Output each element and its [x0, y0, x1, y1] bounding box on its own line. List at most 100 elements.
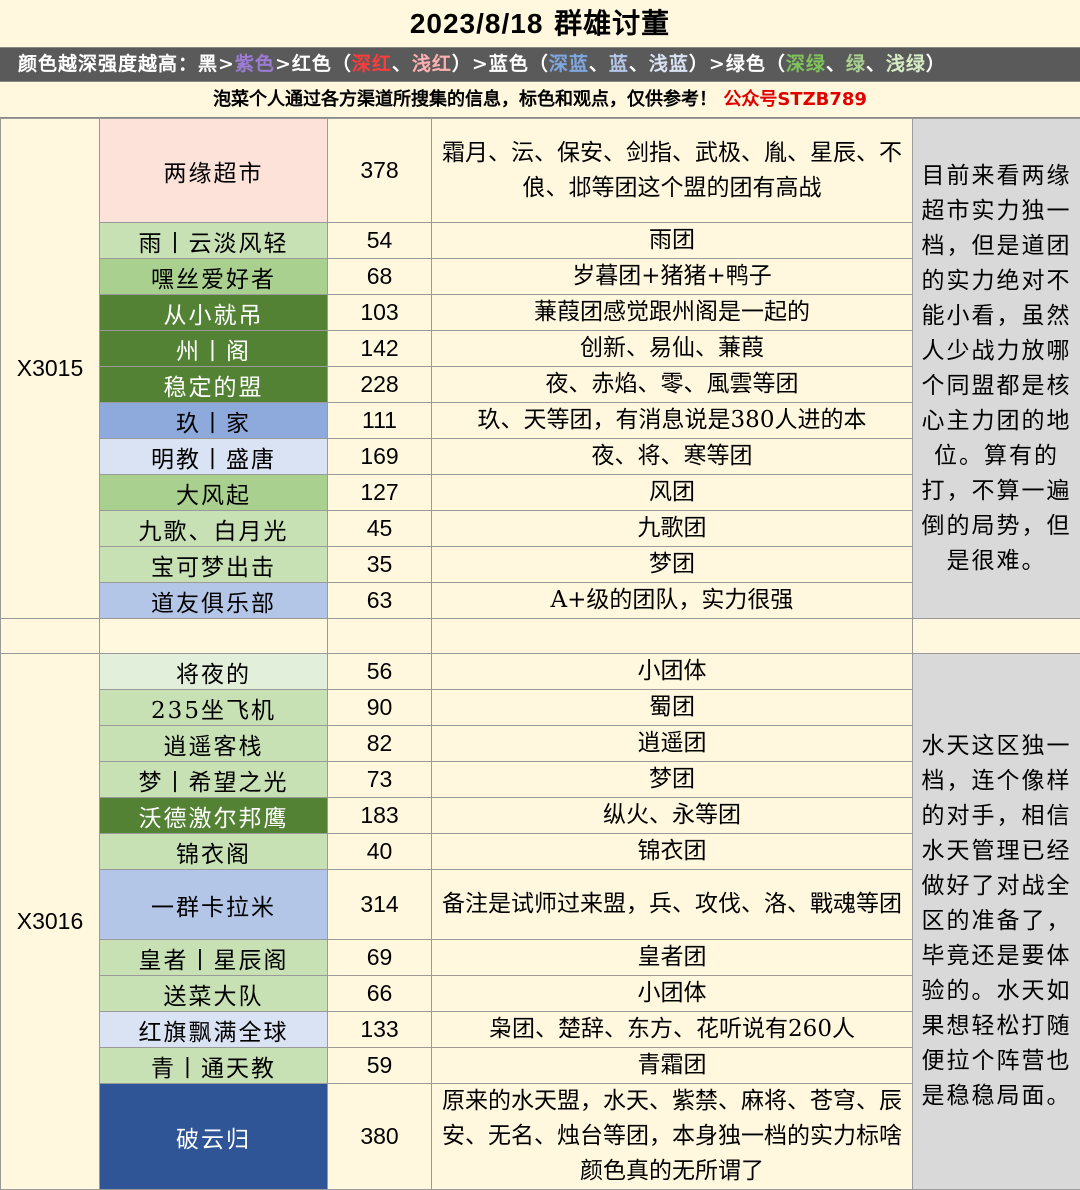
alliance-name: 明教丨盛唐	[100, 439, 328, 475]
alliance-name: 送菜大队	[100, 976, 328, 1012]
group-description: 创新、易仙、蒹葭	[432, 331, 913, 367]
legend-deep-red: 深红	[352, 53, 392, 75]
legend-mid-green: 绿	[846, 53, 866, 75]
legend-deep-green: 深绿	[786, 53, 826, 75]
alliance-name: 将夜的	[100, 654, 328, 690]
group-description: 青霜团	[432, 1048, 913, 1084]
member-count: 169	[328, 439, 432, 475]
alliance-name: 道友俱乐部	[100, 583, 328, 619]
title-text: 群雄讨董	[554, 7, 670, 40]
member-count: 63	[328, 583, 432, 619]
group-description: 夜、赤焰、零、風雲等团	[432, 367, 913, 403]
member-count: 380	[328, 1084, 432, 1190]
empty-cell	[432, 619, 913, 654]
alliance-name: 逍遥客栈	[100, 726, 328, 762]
group-description: 蜀团	[432, 690, 913, 726]
spreadsheet: 2023/8/18 群雄讨董 颜色越深强度越高：黑>紫色>红色（深红、浅红）>蓝…	[0, 0, 1080, 1169]
alliance-name: 青丨通天教	[100, 1048, 328, 1084]
group-description: 锦衣团	[432, 834, 913, 870]
disclaimer-text: 泡菜个人通过各方渠道所搜集的信息，标色和观点，仅供参考！	[213, 89, 717, 110]
member-count: 69	[328, 940, 432, 976]
group-description: 风团	[432, 475, 913, 511]
alliance-name: 九歌、白月光	[100, 511, 328, 547]
member-count: 59	[328, 1048, 432, 1084]
group-description: A+级的团队，实力很强	[432, 583, 913, 619]
title-date: 2023/8/18	[410, 8, 544, 39]
group-description: 小团体	[432, 654, 913, 690]
group-description: 纵火、永等团	[432, 798, 913, 834]
spacer-row	[1, 619, 1080, 654]
alliance-name: 梦丨希望之光	[100, 762, 328, 798]
alliance-name: 雨丨云淡风轻	[100, 223, 328, 259]
legend-deep-blue: 深蓝	[549, 53, 589, 75]
alliance-name: 破云归	[100, 1084, 328, 1190]
legend-sep: 、	[392, 53, 412, 75]
group-description: 岁暮团+猪猪+鸭子	[432, 259, 913, 295]
legend-sep: 、	[589, 53, 609, 75]
disclaimer-note: 泡菜个人通过各方渠道所搜集的信息，标色和观点，仅供参考！ 公众号STZB789	[0, 82, 1080, 118]
legend-end: ）	[926, 53, 946, 75]
legend-light-green: 浅绿	[886, 53, 926, 75]
member-count: 378	[328, 119, 432, 223]
member-count: 82	[328, 726, 432, 762]
member-count: 40	[328, 834, 432, 870]
server-cell: X3015	[1, 119, 100, 619]
group-description: 霜月、沄、保安、剑指、武极、胤、星辰、不俍、邶等团这个盟的团有高战	[432, 119, 913, 223]
alliance-name: 稳定的盟	[100, 367, 328, 403]
group-description: 皇者团	[432, 940, 913, 976]
group-description: 九歌团	[432, 511, 913, 547]
legend-prefix: 颜色越深强度越高：黑>	[18, 53, 235, 75]
legend-red: >红色（	[275, 53, 352, 75]
member-count: 66	[328, 976, 432, 1012]
account-id: 公众号STZB789	[723, 89, 867, 110]
table-row: X3015两缘超市378霜月、沄、保安、剑指、武极、胤、星辰、不俍、邶等团这个盟…	[1, 119, 1080, 223]
table-row: X3016将夜的56小团体水天这区独一档，连个像样的对手，相信水天管理已经做好了…	[1, 654, 1080, 690]
member-count: 103	[328, 295, 432, 331]
member-count: 54	[328, 223, 432, 259]
group-description: 夜、将、寒等团	[432, 439, 913, 475]
member-count: 111	[328, 403, 432, 439]
empty-cell	[1, 619, 100, 654]
alliance-name: 皇者丨星辰阁	[100, 940, 328, 976]
legend-light-blue: 浅蓝	[649, 53, 689, 75]
group-description: 备注是试师过来盟，兵、攻伐、洛、戰魂等团	[432, 870, 913, 940]
legend-sep: 、	[826, 53, 846, 75]
member-count: 35	[328, 547, 432, 583]
group-description: 小团体	[432, 976, 913, 1012]
member-count: 142	[328, 331, 432, 367]
member-count: 228	[328, 367, 432, 403]
empty-cell	[100, 619, 328, 654]
analysis-comment: 水天这区独一档，连个像样的对手，相信水天管理已经做好了对战全区的准备了，毕竟还是…	[913, 654, 1080, 1190]
legend-sep: 、	[629, 53, 649, 75]
member-count: 73	[328, 762, 432, 798]
group-description: 雨团	[432, 223, 913, 259]
group-description: 枭团、楚辞、东方、花听说有260人	[432, 1012, 913, 1048]
page-title: 2023/8/18 群雄讨董	[0, 0, 1080, 48]
alliance-name: 沃德激尔邦鹰	[100, 798, 328, 834]
group-description: 原来的水天盟，水天、紫禁、麻将、苍穹、辰安、无名、烛台等团，本身独一档的实力标啥…	[432, 1084, 913, 1190]
member-count: 68	[328, 259, 432, 295]
alliance-name: 宝可梦出击	[100, 547, 328, 583]
alliance-name: 州丨阁	[100, 331, 328, 367]
group-description: 梦团	[432, 547, 913, 583]
member-count: 127	[328, 475, 432, 511]
alliance-name: 嘿丝爱好者	[100, 259, 328, 295]
empty-cell	[328, 619, 432, 654]
legend-blue: ）>蓝色（	[452, 53, 549, 75]
legend-green: ）>绿色（	[689, 53, 786, 75]
alliance-name: 红旗飘满全球	[100, 1012, 328, 1048]
alliance-name: 玖丨家	[100, 403, 328, 439]
empty-cell	[913, 619, 1080, 654]
color-legend: 颜色越深强度越高：黑>紫色>红色（深红、浅红）>蓝色（深蓝、蓝、浅蓝）>绿色（深…	[0, 48, 1080, 82]
alliance-table: X3015两缘超市378霜月、沄、保安、剑指、武极、胤、星辰、不俍、邶等团这个盟…	[0, 118, 1080, 1190]
alliance-name: 235坐飞机	[100, 690, 328, 726]
legend-sep: 、	[866, 53, 886, 75]
alliance-name: 大风起	[100, 475, 328, 511]
member-count: 56	[328, 654, 432, 690]
member-count: 183	[328, 798, 432, 834]
member-count: 133	[328, 1012, 432, 1048]
legend-purple: 紫色	[235, 53, 275, 75]
group-description: 蒹葭团感觉跟州阁是一起的	[432, 295, 913, 331]
alliance-name: 一群卡拉米	[100, 870, 328, 940]
alliance-name: 从小就吊	[100, 295, 328, 331]
